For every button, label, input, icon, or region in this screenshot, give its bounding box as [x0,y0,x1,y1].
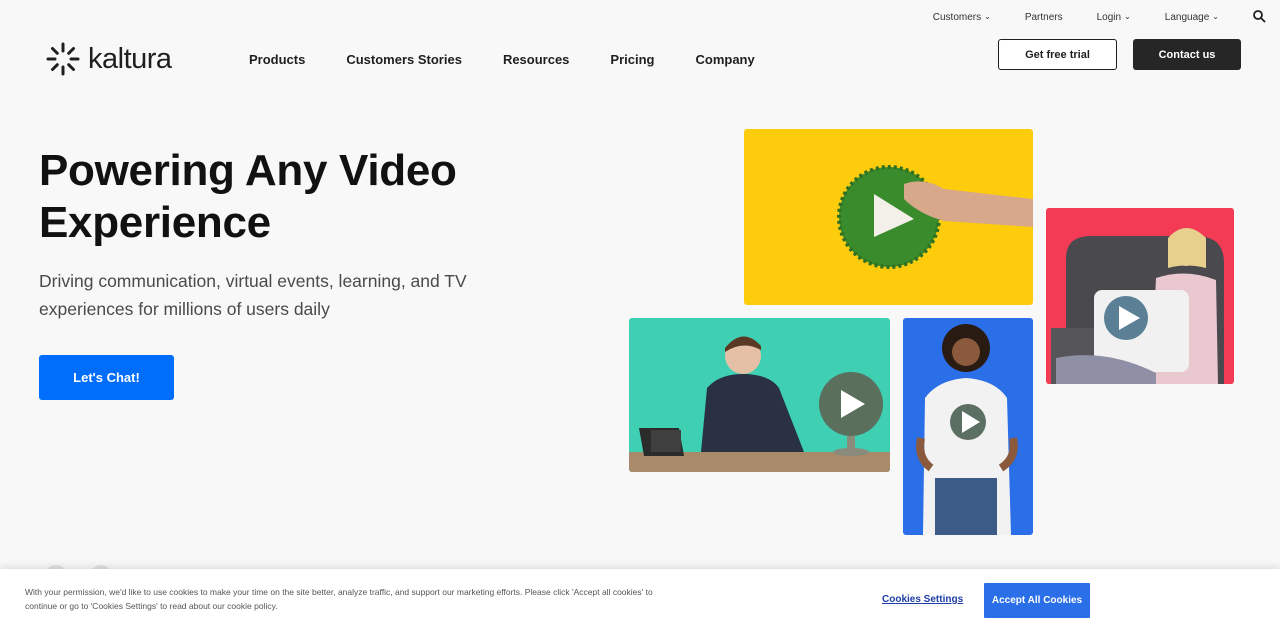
cookie-banner: With your permission, we'd like to use c… [0,569,1280,631]
search-icon[interactable] [1252,9,1266,23]
man-at-desk-illustration [629,336,890,472]
cookie-text-line2: continue or go to 'Cookies Settings' to … [25,601,278,611]
logo-text: kaltura [88,42,172,75]
cookies-settings-link[interactable]: Cookies Settings [882,594,963,605]
red-video-tile [1046,208,1234,384]
utility-nav: Customers ⌄ Partners Login ⌄ Language ⌄ [916,8,1266,26]
blue-video-tile [903,318,1033,535]
utility-language-label: Language [1164,11,1210,23]
hand-drawing-play-illustration [837,165,1033,269]
nav-company[interactable]: Company [696,52,755,67]
nav-products[interactable]: Products [249,52,305,67]
utility-partners[interactable]: Partners [1008,8,1080,26]
utility-customers[interactable]: Customers ⌄ [916,8,1008,26]
nav-pricing[interactable]: Pricing [610,52,654,67]
nav-customers-stories[interactable]: Customers Stories [346,52,462,67]
hero-title-line1: Powering Any Video [39,146,457,195]
hero-title-line2: Experience [39,198,271,247]
hero-subtitle-line2: experiences for millions of users daily [39,299,330,319]
yellow-video-tile [744,129,1033,305]
woman-in-chair-illustration [1051,228,1224,384]
utility-language[interactable]: Language ⌄ [1148,8,1236,26]
utility-login-label: Login [1096,11,1122,23]
chevron-down-icon: ⌄ [984,12,991,21]
kaltura-logo[interactable]: kaltura [46,42,172,76]
chevron-down-icon: ⌄ [1212,12,1219,21]
cookie-banner-text: With your permission, we'd like to use c… [25,585,715,613]
get-free-trial-button[interactable]: Get free trial [998,39,1117,70]
nav-resources[interactable]: Resources [503,52,569,67]
hero-title: Powering Any Video Experience [39,145,559,249]
kaltura-burst-icon [46,42,80,76]
contact-us-button[interactable]: Contact us [1133,39,1241,70]
accept-all-cookies-button[interactable]: Accept All Cookies [984,583,1090,618]
lets-chat-button[interactable]: Let's Chat! [39,355,174,400]
hero-subtitle: Driving communication, virtual events, l… [39,267,509,323]
chevron-down-icon: ⌄ [1124,12,1131,21]
utility-login[interactable]: Login ⌄ [1080,8,1148,26]
teal-video-tile [629,318,890,472]
woman-presenter-illustration [916,324,1018,535]
cookie-text-line1: With your permission, we'd like to use c… [25,587,653,597]
hero-subtitle-line1: Driving communication, virtual events, l… [39,271,467,291]
utility-partners-label: Partners [1024,11,1063,23]
main-nav: Products Customers Stories Resources Pri… [249,52,796,67]
utility-customers-label: Customers [932,11,982,23]
